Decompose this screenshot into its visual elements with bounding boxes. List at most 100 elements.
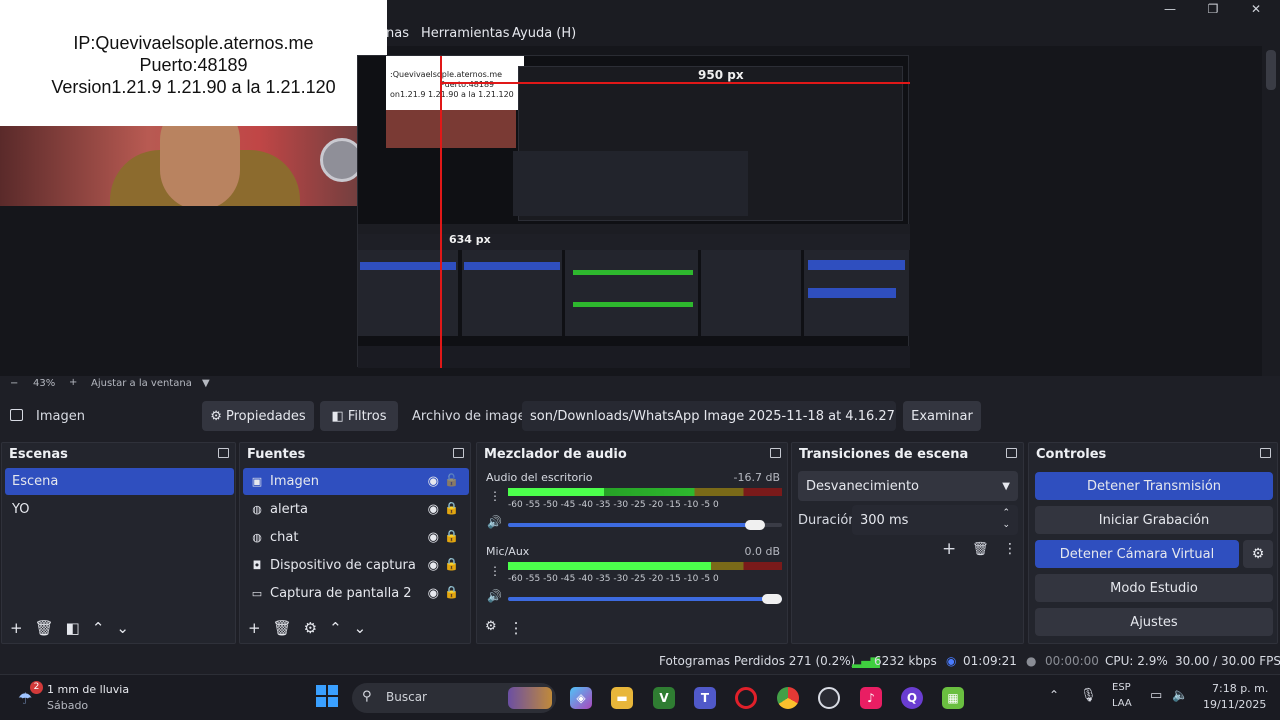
opera-icon[interactable] xyxy=(735,687,757,709)
lock-icon[interactable]: 🔒 xyxy=(444,501,459,515)
undock-icon[interactable] xyxy=(1006,448,1017,458)
stop-stream-button[interactable]: Detener Transmisión xyxy=(1035,472,1273,500)
vim-icon[interactable]: V xyxy=(653,687,675,709)
scene-item[interactable]: Escena xyxy=(5,468,234,495)
undock-icon[interactable] xyxy=(1260,448,1271,458)
preview-scrollbar[interactable] xyxy=(1262,46,1280,376)
eye-icon[interactable]: ◉ xyxy=(428,586,439,601)
speaker-icon[interactable]: 🔊 xyxy=(487,515,502,529)
minecraft-icon[interactable]: ▦ xyxy=(942,687,964,709)
eye-icon[interactable]: ◉ xyxy=(428,502,439,517)
teams-icon[interactable]: T xyxy=(694,687,716,709)
minimize-button[interactable]: — xyxy=(1159,2,1181,18)
weather-icon[interactable]: ☂ xyxy=(18,689,32,708)
studio-mode-button[interactable]: Modo Estudio xyxy=(1035,574,1273,602)
language-top[interactable]: ESP xyxy=(1112,682,1131,693)
audio-mixer-dock: Mezclador de audio Audio del escritorio … xyxy=(476,442,788,644)
close-button[interactable]: ✕ xyxy=(1245,2,1267,18)
taskbar-search[interactable]: ⚲ Buscar xyxy=(352,683,556,713)
kebab-menu-icon[interactable]: ⋮ xyxy=(509,619,524,637)
kebab-menu-icon[interactable]: ⋮ xyxy=(489,489,501,503)
menu-item-tools[interactable]: Herramientas xyxy=(421,26,510,41)
volume-slider-knob[interactable] xyxy=(745,520,765,530)
volume-slider-knob[interactable] xyxy=(762,594,782,604)
windows-start-icon[interactable] xyxy=(316,685,338,707)
advanced-audio-gear-icon[interactable]: ⚙ xyxy=(485,619,497,637)
image-file-path-field[interactable]: son/Downloads/WhatsApp Image 2025-11-18 … xyxy=(522,401,896,431)
trash-icon[interactable]: 🗑 xyxy=(972,542,989,557)
transition-select[interactable]: Desvanecimiento ▼ xyxy=(798,471,1018,501)
menu-item-scenes-partial[interactable]: nas xyxy=(386,26,409,41)
browse-button[interactable]: Examinar xyxy=(903,401,981,431)
eye-icon[interactable]: ◉ xyxy=(428,530,439,545)
source-label: chat xyxy=(270,530,299,545)
eye-icon[interactable]: ◉ xyxy=(428,558,439,573)
undock-icon[interactable] xyxy=(453,448,464,458)
obs-icon[interactable] xyxy=(818,687,840,709)
lock-icon[interactable]: 🔒 xyxy=(444,557,459,571)
virtual-camera-gear-icon[interactable]: ⚙ xyxy=(1243,540,1273,568)
lock-icon[interactable]: 🔒 xyxy=(444,585,459,599)
kebab-menu-icon[interactable]: ⋮ xyxy=(1003,541,1017,557)
kebab-menu-icon[interactable]: ⋮ xyxy=(489,564,501,578)
fit-to-window-label[interactable]: Ajustar a la ventana xyxy=(91,378,192,389)
nested-mixer xyxy=(565,250,698,336)
stepper-icon[interactable]: ⌃ ⌄ xyxy=(1002,507,1010,531)
scene-item[interactable]: YO xyxy=(5,496,234,523)
file-explorer-icon[interactable]: ▬ xyxy=(611,687,633,709)
duration-input[interactable]: 300 ms ⌃ ⌄ xyxy=(852,505,1018,535)
app-icon[interactable]: Q xyxy=(901,687,923,709)
tiktok-icon[interactable]: ♪ xyxy=(860,687,882,709)
clock-time[interactable]: 7:18 p. m. xyxy=(1212,682,1268,695)
source-item[interactable]: ▣ Imagen ◉ 🔓 xyxy=(243,468,469,495)
menu-item-help[interactable]: Ayuda (H) xyxy=(512,26,576,41)
zoom-in-button[interactable]: + xyxy=(69,377,77,388)
zoom-out-button[interactable]: − xyxy=(10,378,18,389)
undock-icon[interactable] xyxy=(218,448,229,458)
mixer-toolbar: ⚙ ⋮ xyxy=(485,619,524,637)
speaker-icon[interactable]: 🔊 xyxy=(487,589,502,603)
source-item[interactable]: ◘ Dispositivo de captura de ◉ 🔒 xyxy=(243,552,469,579)
lock-icon[interactable]: 🔒 xyxy=(444,529,459,543)
add-icon[interactable]: + xyxy=(248,619,261,637)
filter-icon[interactable]: ◧ xyxy=(66,619,80,637)
chrome-icon[interactable] xyxy=(777,687,799,709)
preview-scrollbar-thumb[interactable] xyxy=(1266,50,1276,90)
transitions-title: Transiciones de escena xyxy=(799,447,969,462)
zoom-dropdown-icon[interactable]: ▼ xyxy=(202,378,210,389)
unlock-icon[interactable]: 🔓 xyxy=(444,473,459,487)
copilot-icon[interactable]: ◈ xyxy=(570,687,592,709)
maximize-button[interactable]: ❐ xyxy=(1202,2,1224,18)
trash-icon[interactable]: 🗑 xyxy=(273,619,292,637)
source-toolbar: Imagen ⚙ Propiedades ◧ Filtros Archivo d… xyxy=(0,400,1280,434)
zoom-value: 43% xyxy=(33,378,56,389)
source-item[interactable]: ◍ alerta ◉ 🔒 xyxy=(243,496,469,523)
dropped-frames: Fotogramas Perdidos 271 (0.2%) xyxy=(659,654,856,668)
microphone-icon[interactable]: 🎙 xyxy=(1080,688,1097,703)
volume-icon[interactable]: 🔈 xyxy=(1172,688,1188,703)
stop-virtual-camera-button[interactable]: Detener Cámara Virtual xyxy=(1035,540,1239,568)
undock-icon[interactable] xyxy=(770,448,781,458)
monitor-icon: ▭ xyxy=(251,587,263,600)
eye-icon[interactable]: ◉ xyxy=(428,474,439,489)
settings-button[interactable]: Ajustes xyxy=(1035,608,1273,636)
nested-overlay-line: :Quevivaelsople.aternos.me xyxy=(390,70,503,79)
gear-icon[interactable]: ⚙ xyxy=(304,619,317,637)
add-icon[interactable]: + xyxy=(10,619,23,637)
filters-button[interactable]: ◧ Filtros xyxy=(320,401,398,431)
audio-meter-level xyxy=(508,562,711,570)
trash-icon[interactable]: 🗑 xyxy=(35,619,54,637)
add-transition-icon[interactable]: + xyxy=(942,539,956,559)
network-icon[interactable]: ▭ xyxy=(1150,688,1162,703)
source-item[interactable]: ▭ Captura de pantalla 2 ◉ 🔒 xyxy=(243,580,469,607)
properties-button[interactable]: ⚙ Propiedades xyxy=(202,401,314,431)
source-item[interactable]: ◍ chat ◉ 🔒 xyxy=(243,524,469,551)
weather-text[interactable]: 1 mm de lluvia xyxy=(47,683,129,696)
chevron-up-icon[interactable]: ⌃ xyxy=(92,619,105,637)
chevron-down-icon[interactable]: ⌄ xyxy=(354,619,367,637)
chevron-up-icon[interactable]: ⌃ xyxy=(329,619,342,637)
start-recording-button[interactable]: Iniciar Grabación xyxy=(1035,506,1273,534)
chevron-down-icon[interactable]: ⌄ xyxy=(116,619,129,637)
chevron-up-icon[interactable]: ⌃ xyxy=(1049,688,1059,702)
controls-dock: Controles Detener Transmisión Iniciar Gr… xyxy=(1028,442,1278,644)
